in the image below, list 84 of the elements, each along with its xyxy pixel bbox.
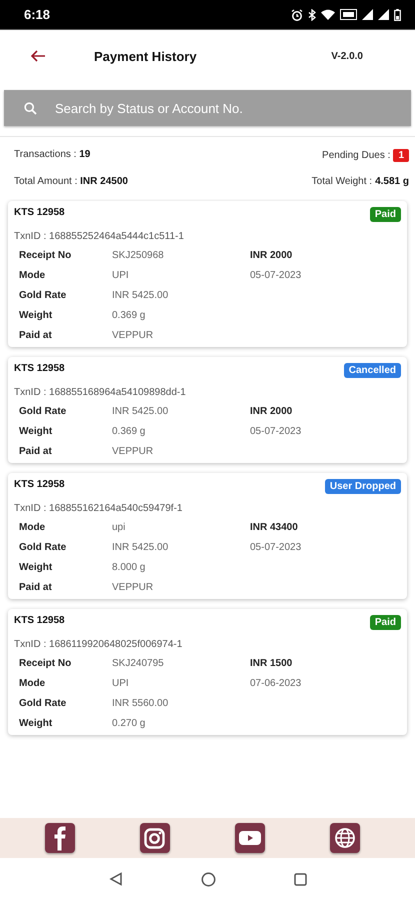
transactions-count: Transactions : 19	[14, 149, 92, 162]
bluetooth-icon	[308, 8, 316, 20]
field-label: Weight	[19, 310, 54, 321]
field-value: VEPPUR	[112, 330, 154, 341]
field-value: 0.270 g	[112, 718, 146, 729]
page-title: Payment History	[94, 48, 198, 64]
facebook-icon	[54, 826, 66, 850]
field-label: Paid at	[19, 582, 53, 593]
field-value: 0.369 g	[112, 310, 146, 321]
recents-square-icon	[294, 872, 306, 886]
wifi-icon	[321, 9, 335, 20]
globe-icon	[335, 828, 356, 848]
field-label: Gold Rate	[19, 542, 68, 553]
account-number: KTS 12958	[14, 615, 65, 626]
amount-value: INR 2000	[250, 406, 294, 417]
field-label: Gold Rate	[19, 698, 68, 709]
social-link[interactable]	[44, 823, 75, 853]
field-label: Receipt No	[19, 250, 72, 261]
signal-icon	[378, 9, 389, 20]
payment-date: 05-07-2023	[250, 270, 302, 281]
field-label: Weight	[19, 562, 54, 573]
field-value: INR 5425.00	[112, 406, 170, 417]
total-weight: Total Weight : 4.581 g	[312, 176, 409, 187]
field-value: 0.369 g	[112, 426, 146, 437]
home-circle-icon	[200, 872, 216, 886]
status-badge: Cancelled	[344, 363, 401, 378]
search-icon	[24, 102, 37, 115]
field-value: 8.000 g	[112, 562, 146, 573]
field-label: Mode	[19, 522, 46, 533]
back-triangle-icon	[108, 872, 122, 886]
back-nav-button[interactable]	[108, 872, 122, 886]
field-label: Mode	[19, 678, 46, 689]
play-video-icon	[239, 831, 262, 845]
back-arrow-icon	[30, 50, 46, 62]
field-value: VEPPUR	[112, 446, 154, 457]
amount-value: INR 1500	[250, 658, 294, 669]
version-label: V-2.0.0	[331, 50, 363, 62]
status-badge: User Dropped	[324, 479, 401, 494]
field-value: INR 5425.00	[112, 290, 170, 301]
field-label: Receipt No	[19, 658, 72, 669]
recents-nav-button[interactable]	[294, 872, 306, 886]
field-value: VEPPUR	[112, 582, 154, 593]
alarm-icon	[291, 8, 303, 20]
status-badge: Paid	[370, 207, 401, 222]
payment-date: 05-07-2023	[250, 542, 302, 553]
field-label: Weight	[19, 718, 54, 729]
home-nav-button[interactable]	[200, 872, 216, 886]
field-value: UPI	[112, 678, 130, 689]
payment-date: 05-07-2023	[250, 426, 302, 437]
account-number: KTS 12958	[14, 363, 65, 374]
search-field[interactable]: Search by Status or Account No.	[4, 90, 411, 126]
field-label: Paid at	[19, 330, 53, 341]
instagram-icon	[144, 828, 166, 848]
transaction-id: TxnID : 1686119920648025f006974-1	[14, 639, 184, 650]
field-label: Weight	[19, 426, 54, 437]
field-value: SKJ250968	[112, 250, 165, 261]
battery-icon	[394, 8, 401, 20]
lte-icon	[340, 9, 357, 20]
field-value: SKJ240795	[112, 658, 165, 669]
transaction-id: TxnID : 168855168964a54109898dd-1	[14, 387, 187, 398]
account-number: KTS 12958	[14, 207, 65, 218]
account-number: KTS 12958	[14, 479, 65, 490]
payment-date: 07-06-2023	[250, 678, 302, 689]
amount-value: INR 2000	[250, 250, 294, 261]
social-link[interactable]	[140, 823, 170, 853]
field-label: Mode	[19, 270, 46, 281]
pending-dues-badge: 1	[393, 149, 409, 162]
transaction-id: TxnID : 168855162164a540c59479f-1	[14, 503, 184, 514]
pending-dues-label: Pending Dues :	[322, 150, 390, 161]
transaction-id: TxnID : 168855252464a5444c1c511-1	[14, 231, 185, 242]
field-value: upi	[112, 522, 126, 533]
signal-icon	[362, 9, 373, 20]
total-amount: Total Amount : INR 24500	[14, 176, 129, 187]
social-link[interactable]	[330, 823, 360, 853]
field-value: INR 5560.00	[112, 698, 170, 709]
field-label: Gold Rate	[19, 290, 68, 301]
field-value: UPI	[112, 270, 130, 281]
field-value: INR 5425.00	[112, 542, 170, 553]
amount-value: INR 43400	[250, 522, 299, 533]
field-label: Gold Rate	[19, 406, 68, 417]
status-badge: Paid	[370, 615, 401, 630]
social-link[interactable]	[235, 823, 266, 853]
clock-time: 6:18	[24, 7, 50, 22]
field-label: Paid at	[19, 446, 53, 457]
